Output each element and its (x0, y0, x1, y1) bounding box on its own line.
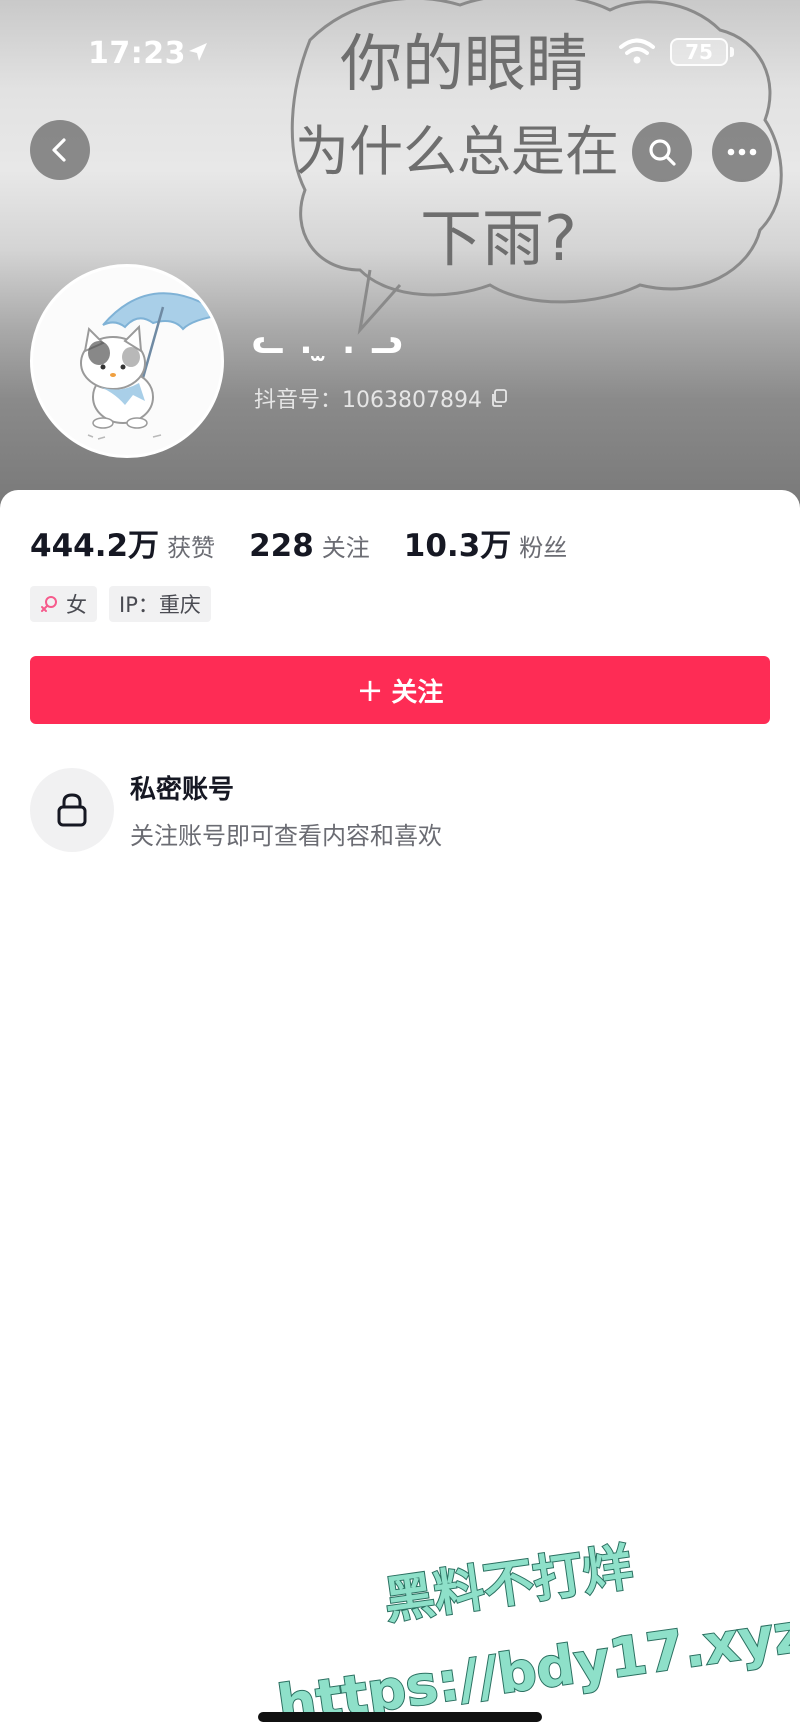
gender-tag: 女 (30, 586, 97, 622)
gender-label: 女 (66, 593, 87, 617)
home-indicator (258, 1712, 542, 1722)
lock-icon-circle (30, 768, 114, 852)
search-icon (649, 139, 676, 166)
chevron-left-icon (52, 138, 66, 162)
battery-tip (730, 47, 734, 57)
more-dots-icon (727, 148, 757, 156)
profile-nickname: ᓚ . ̫ . ᓗ (252, 322, 405, 362)
doodle-text-line2: 为什么总是在 (295, 120, 619, 183)
stat-following[interactable]: 228 关注 (249, 528, 370, 564)
private-account-text: 私密账号 关注账号即可查看内容和喜欢 (130, 769, 442, 851)
location-arrow-icon (189, 43, 207, 61)
follow-button[interactable]: + 关注 (30, 656, 770, 724)
doodle-text-line3: 下雨? (420, 202, 577, 275)
stat-following-value: 228 (249, 528, 314, 564)
more-options-button[interactable] (712, 122, 772, 182)
ip-location-tag: IP：重庆 (109, 586, 211, 622)
search-button[interactable] (632, 122, 692, 182)
douyin-id-row[interactable]: 抖音号：1063807894 (254, 382, 508, 414)
stat-followers[interactable]: 10.3万 粉丝 (404, 520, 568, 565)
stat-followers-value: 10.3万 (403, 528, 512, 564)
plus-icon: + (356, 671, 384, 709)
watermark-line1: 黑料不打烊 (381, 1540, 637, 1630)
wifi-icon (619, 38, 655, 64)
avatar[interactable] (30, 264, 224, 458)
stat-likes[interactable]: 444.2万 获赞 (30, 520, 215, 565)
douyin-id-text: 抖音号：1063807894 (254, 388, 482, 413)
watermark-overlay: 黑料不打烊 https://bdy17.xyz (273, 1540, 790, 1720)
private-account-title: 私密账号 (130, 775, 235, 805)
avatar-cat-umbrella-image (80, 292, 221, 440)
follow-button-label: 关注 (391, 677, 444, 708)
copy-icon[interactable] (490, 389, 508, 407)
profile-banner: 你的眼睛 为什么总是在 下雨? 17:23 75 ᓚ . ̫ . ᓗ 抖音号：1… (0, 0, 800, 520)
private-account-notice: 私密账号 关注账号即可查看内容和喜欢 (30, 768, 442, 852)
private-account-subtitle: 关注账号即可查看内容和喜欢 (130, 822, 442, 850)
stat-likes-value: 444.2万 (30, 528, 160, 564)
stat-likes-label: 获赞 (167, 534, 216, 562)
stats-row: 444.2万 获赞 228 关注 10.3万 粉丝 (30, 520, 601, 565)
battery-indicator: 75 (670, 38, 728, 66)
stat-followers-label: 粉丝 (519, 534, 568, 562)
status-time: 17:23 (88, 36, 186, 71)
back-button[interactable] (30, 120, 90, 180)
female-icon (41, 596, 57, 612)
watermark-line2: https://bdy17.xyz (274, 1601, 790, 1720)
doodle-text-line1: 你的眼睛 (340, 27, 588, 100)
lock-icon (57, 793, 87, 827)
profile-tags: 女 IP：重庆 (30, 586, 223, 622)
stat-following-label: 关注 (321, 534, 370, 562)
